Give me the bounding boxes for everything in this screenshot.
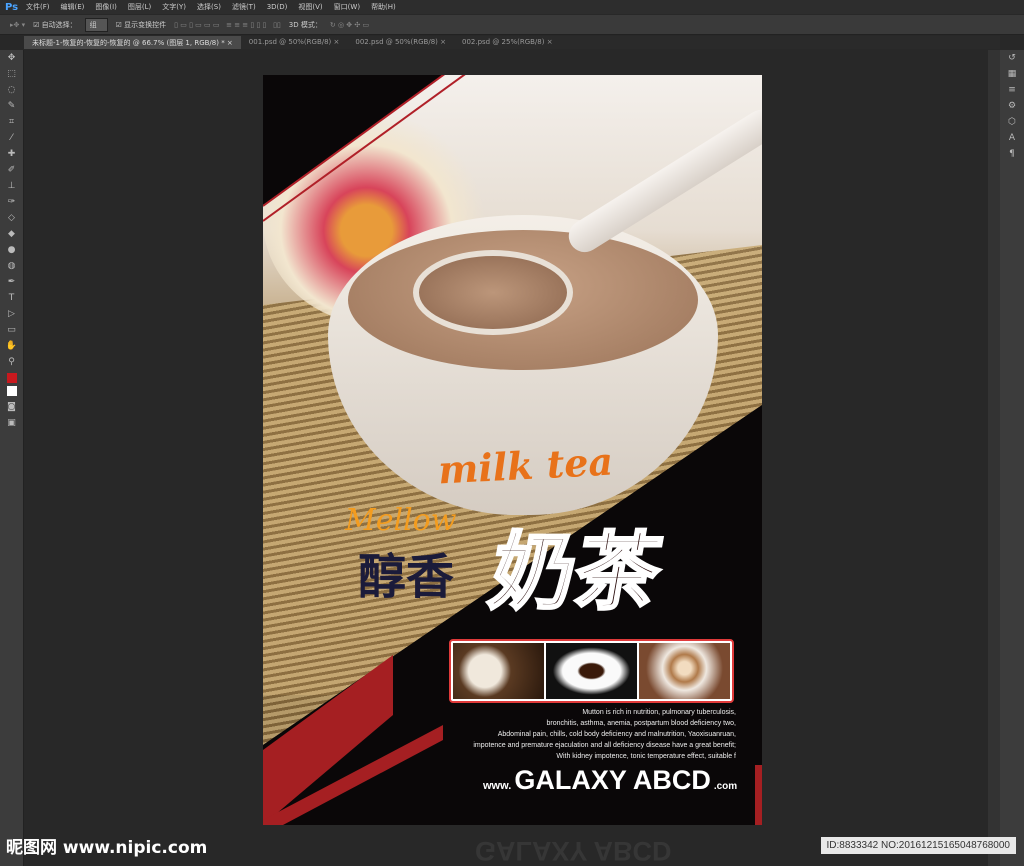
menu-file[interactable]: 文件(F) [26, 2, 50, 12]
layers-icon[interactable]: ≡ [1000, 82, 1024, 98]
website-reflection: GALAXY ABCD [475, 836, 672, 866]
history-brush-icon[interactable]: ✑ [0, 194, 23, 210]
show-transform-label: 显示变换控件 [124, 20, 167, 29]
description-text: Mutton is rich in nutrition, pulmonary t… [473, 707, 736, 762]
3d-tool-icons[interactable]: ↻ ◎ ✥ ✣ ▭ [330, 21, 369, 29]
hand-tool-icon[interactable]: ✋ [0, 338, 23, 354]
path-select-icon[interactable]: ▷ [0, 306, 23, 322]
menu-view[interactable]: 视图(V) [298, 2, 322, 12]
description-line: With kidney impotence, tonic temperature… [556, 753, 736, 760]
menu-type[interactable]: 文字(Y) [162, 2, 186, 12]
latte-art-photo [639, 643, 730, 699]
menu-filter[interactable]: 滤镜(T) [232, 2, 256, 12]
thumbnail-strip [449, 639, 734, 703]
options-bar: ▸✥ ▾ ☑ 自动选择： 组 ☑ 显示变换控件 ▯ ▭ ▯ ▭ ▭ ▭ ≡ ≡ … [0, 15, 1024, 35]
eraser-tool-icon[interactable]: ◇ [0, 210, 23, 226]
align-icons[interactable]: ▯ ▭ ▯ ▭ ▭ ▭ ≡ ≡ ≡ ▯ ▯ ▯ ▯▯ [174, 21, 281, 29]
right-panel-icons: ↺ ▦ ≡ ⚙ ⬡ A ¶ [1000, 50, 1024, 866]
web-prefix: www. [483, 780, 512, 792]
menu-help[interactable]: 帮助(H) [371, 2, 396, 12]
nipic-watermark: 昵图网 www.nipic.com [6, 838, 208, 858]
tab-document-1[interactable]: 未标题-1-恢复的-恢复的-恢复的 @ 66.7% (图层 1, RGB/8) … [24, 36, 241, 49]
character-icon[interactable]: A [1000, 130, 1024, 146]
3d-icon[interactable]: ⬡ [1000, 114, 1024, 130]
red-stripe [755, 765, 762, 825]
description-line: Abdominal pain, chills, cold body defici… [497, 731, 736, 738]
auto-select-label: 自动选择： [41, 20, 77, 29]
adjust-icon[interactable]: ▦ [1000, 66, 1024, 82]
tab-label: 001.psd @ 50%(RGB/8) [248, 38, 332, 46]
lasso-tool-icon[interactable]: ◌ [0, 82, 23, 98]
3d-mode-label: 3D 模式： [288, 20, 322, 29]
chinese-title-small: 醇香 [358, 549, 455, 605]
foreground-color-swatch[interactable] [6, 373, 17, 383]
tools-panel: ✥ ⬚ ◌ ✎ ⌗ ⁄ ✚ ✐ ⊥ ✑ ◇ ◆ ● ◍ ✒ T ▷ ▭ ✋ ⚲ … [0, 50, 24, 866]
photoshop-logo: Ps [5, 1, 19, 13]
spoon [413, 250, 573, 335]
coffee-beans-photo [453, 643, 544, 699]
history-icon[interactable]: ↺ [1000, 50, 1024, 66]
menu-layer[interactable]: 图层(L) [128, 2, 151, 12]
quick-select-tool-icon[interactable]: ✎ [0, 98, 23, 114]
move-tool-icon[interactable]: ▸✥ ▾ [10, 21, 25, 29]
zoom-tool-icon[interactable]: ⚲ [0, 354, 23, 370]
blur-tool-icon[interactable]: ● [0, 242, 23, 258]
milk-tea-title: milk tea [436, 438, 615, 493]
menu-select[interactable]: 选择(S) [197, 2, 221, 12]
tab-document-3[interactable]: 002.psd @ 50%(RGB/8) × [347, 36, 454, 49]
tab-document-4[interactable]: 002.psd @ 25%(RGB/8) × [454, 36, 561, 49]
description-line: bronchitis, asthma, anemia, postpartum b… [546, 720, 737, 727]
tab-label: 002.psd @ 25%(RGB/8) [461, 38, 545, 46]
tab-document-2[interactable]: 001.psd @ 50%(RGB/8) × [241, 36, 348, 49]
menu-bar: Ps 文件(F) 编辑(E) 图像(I) 图层(L) 文字(Y) 选择(S) 滤… [0, 0, 1024, 14]
eyedropper-tool-icon[interactable]: ⁄ [0, 130, 23, 146]
description-line: Mutton is rich in nutrition, pulmonary t… [582, 709, 736, 716]
website-text: www. GALAXY ABCD .com [483, 765, 737, 796]
auto-select-checkbox[interactable]: ☑ 自动选择： [33, 20, 77, 30]
auto-select-dropdown[interactable]: 组 [84, 17, 108, 32]
bucket-tool-icon[interactable]: ◆ [0, 226, 23, 242]
dodge-tool-icon[interactable]: ◍ [0, 258, 23, 274]
image-id-label: ID:8833342 NO:20161215165048768000 [820, 837, 1016, 854]
mellow-title: Mellow [345, 503, 457, 538]
menu-window[interactable]: 窗口(W) [334, 2, 360, 12]
brush-tool-icon[interactable]: ✐ [0, 162, 23, 178]
web-name: GALAXY ABCD [514, 765, 711, 795]
menu-edit[interactable]: 编辑(E) [61, 2, 85, 12]
tab-label: 未标题-1-恢复的-恢复的-恢复的 @ 66.7% (图层 1, RGB/8) … [32, 39, 225, 47]
chinese-title-big: 奶茶 [482, 521, 670, 623]
panel-dock [988, 50, 1000, 866]
paragraph-icon[interactable]: ¶ [1000, 146, 1024, 162]
menu-image[interactable]: 图像(I) [95, 2, 117, 12]
pen-tool-icon[interactable]: ✒ [0, 274, 23, 290]
stamp-tool-icon[interactable]: ⊥ [0, 178, 23, 194]
show-transform-checkbox[interactable]: ☑ 显示变换控件 [116, 20, 167, 30]
properties-icon[interactable]: ⚙ [1000, 98, 1024, 114]
tab-label: 002.psd @ 50%(RGB/8) [355, 38, 438, 46]
document-tabs: 未标题-1-恢复的-恢复的-恢复的 @ 66.7% (图层 1, RGB/8) … [24, 36, 1000, 49]
screen-mode-icon[interactable]: ▣ [0, 415, 23, 431]
poster-document: milk tea Mellow 醇香 奶茶 Mutton is rich in … [263, 75, 762, 825]
background-color-swatch[interactable] [6, 386, 17, 396]
healing-tool-icon[interactable]: ✚ [0, 146, 23, 162]
description-line: impotence and premature ejaculation and … [473, 742, 736, 749]
coffee-cup-photo [546, 643, 637, 699]
type-tool-icon[interactable]: T [0, 290, 23, 306]
move-tool-icon[interactable]: ✥ [0, 50, 23, 66]
web-suffix: .com [713, 781, 738, 792]
menu-3d[interactable]: 3D(D) [267, 3, 288, 11]
shape-tool-icon[interactable]: ▭ [0, 322, 23, 338]
marquee-tool-icon[interactable]: ⬚ [0, 66, 23, 82]
crop-tool-icon[interactable]: ⌗ [0, 114, 23, 130]
quick-mask-icon[interactable]: ◙ [0, 399, 23, 415]
